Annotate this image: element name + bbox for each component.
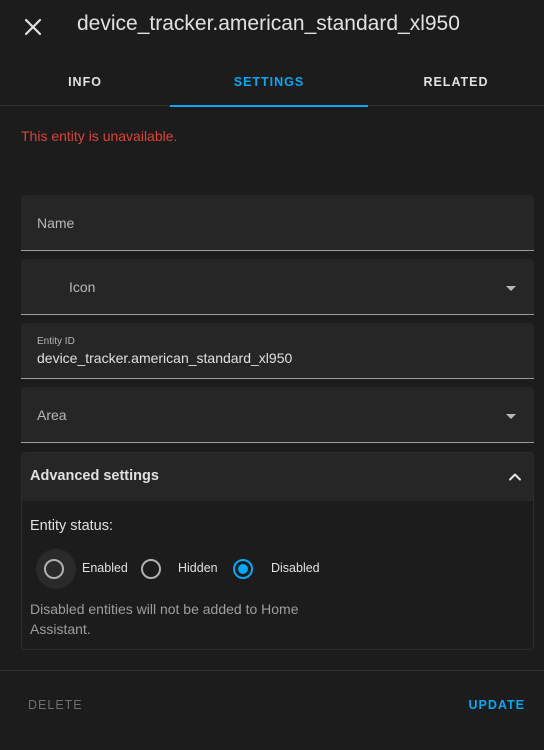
- entity-id-value: device_tracker.american_standard_xl950: [37, 350, 293, 366]
- chevron-down-icon: [506, 286, 516, 291]
- radio-disabled-button[interactable]: [233, 559, 253, 579]
- entity-id-field[interactable]: Entity ID device_tracker.american_standa…: [21, 323, 534, 379]
- area-field-label: Area: [37, 407, 67, 423]
- name-field-label: Name: [37, 215, 75, 231]
- radio-enabled-button[interactable]: [44, 559, 64, 579]
- advanced-settings-panel: Advanced settings Entity status: Enabled…: [21, 452, 534, 650]
- advanced-settings-title: Advanced settings: [30, 468, 159, 484]
- radio-disabled-label: Disabled: [271, 561, 320, 575]
- dialog-header: device_tracker.american_standard_xl950: [0, 0, 544, 52]
- disabled-helper-text: Disabled entities will not be added to H…: [30, 601, 299, 637]
- radio-hidden[interactable]: Hidden: [141, 549, 218, 589]
- dialog-title: device_tracker.american_standard_xl950: [77, 12, 460, 35]
- entity-status-label: Entity status:: [30, 518, 114, 534]
- name-field[interactable]: Name: [21, 195, 534, 251]
- tab-bar: INFO SETTINGS RELATED: [0, 58, 544, 107]
- tab-related[interactable]: RELATED: [368, 58, 544, 106]
- chevron-down-icon: [506, 414, 516, 419]
- entity-settings-dialog: device_tracker.american_standard_xl950 I…: [0, 0, 544, 750]
- close-icon: [24, 18, 42, 36]
- close-button[interactable]: [14, 8, 52, 46]
- chevron-up-icon: [509, 473, 521, 481]
- icon-field-label: Icon: [69, 279, 96, 295]
- radio-hidden-button[interactable]: [141, 559, 161, 579]
- delete-button[interactable]: DELETE: [28, 698, 83, 712]
- radio-disabled[interactable]: Disabled: [233, 549, 320, 589]
- tab-settings[interactable]: SETTINGS: [170, 58, 368, 107]
- radio-enabled-label: Enabled: [82, 561, 128, 575]
- entity-id-label: Entity ID: [37, 336, 75, 347]
- update-button[interactable]: UPDATE: [469, 698, 525, 712]
- advanced-settings-header[interactable]: Advanced settings: [22, 453, 533, 501]
- icon-picker[interactable]: Icon: [21, 259, 534, 315]
- tab-info[interactable]: INFO: [0, 58, 170, 106]
- radio-hidden-label: Hidden: [178, 561, 218, 575]
- radio-enabled[interactable]: Enabled: [36, 549, 128, 589]
- unavailable-warning: This entity is unavailable.: [21, 128, 178, 144]
- area-picker[interactable]: Area: [21, 387, 534, 443]
- dialog-footer: DELETE UPDATE: [0, 670, 544, 750]
